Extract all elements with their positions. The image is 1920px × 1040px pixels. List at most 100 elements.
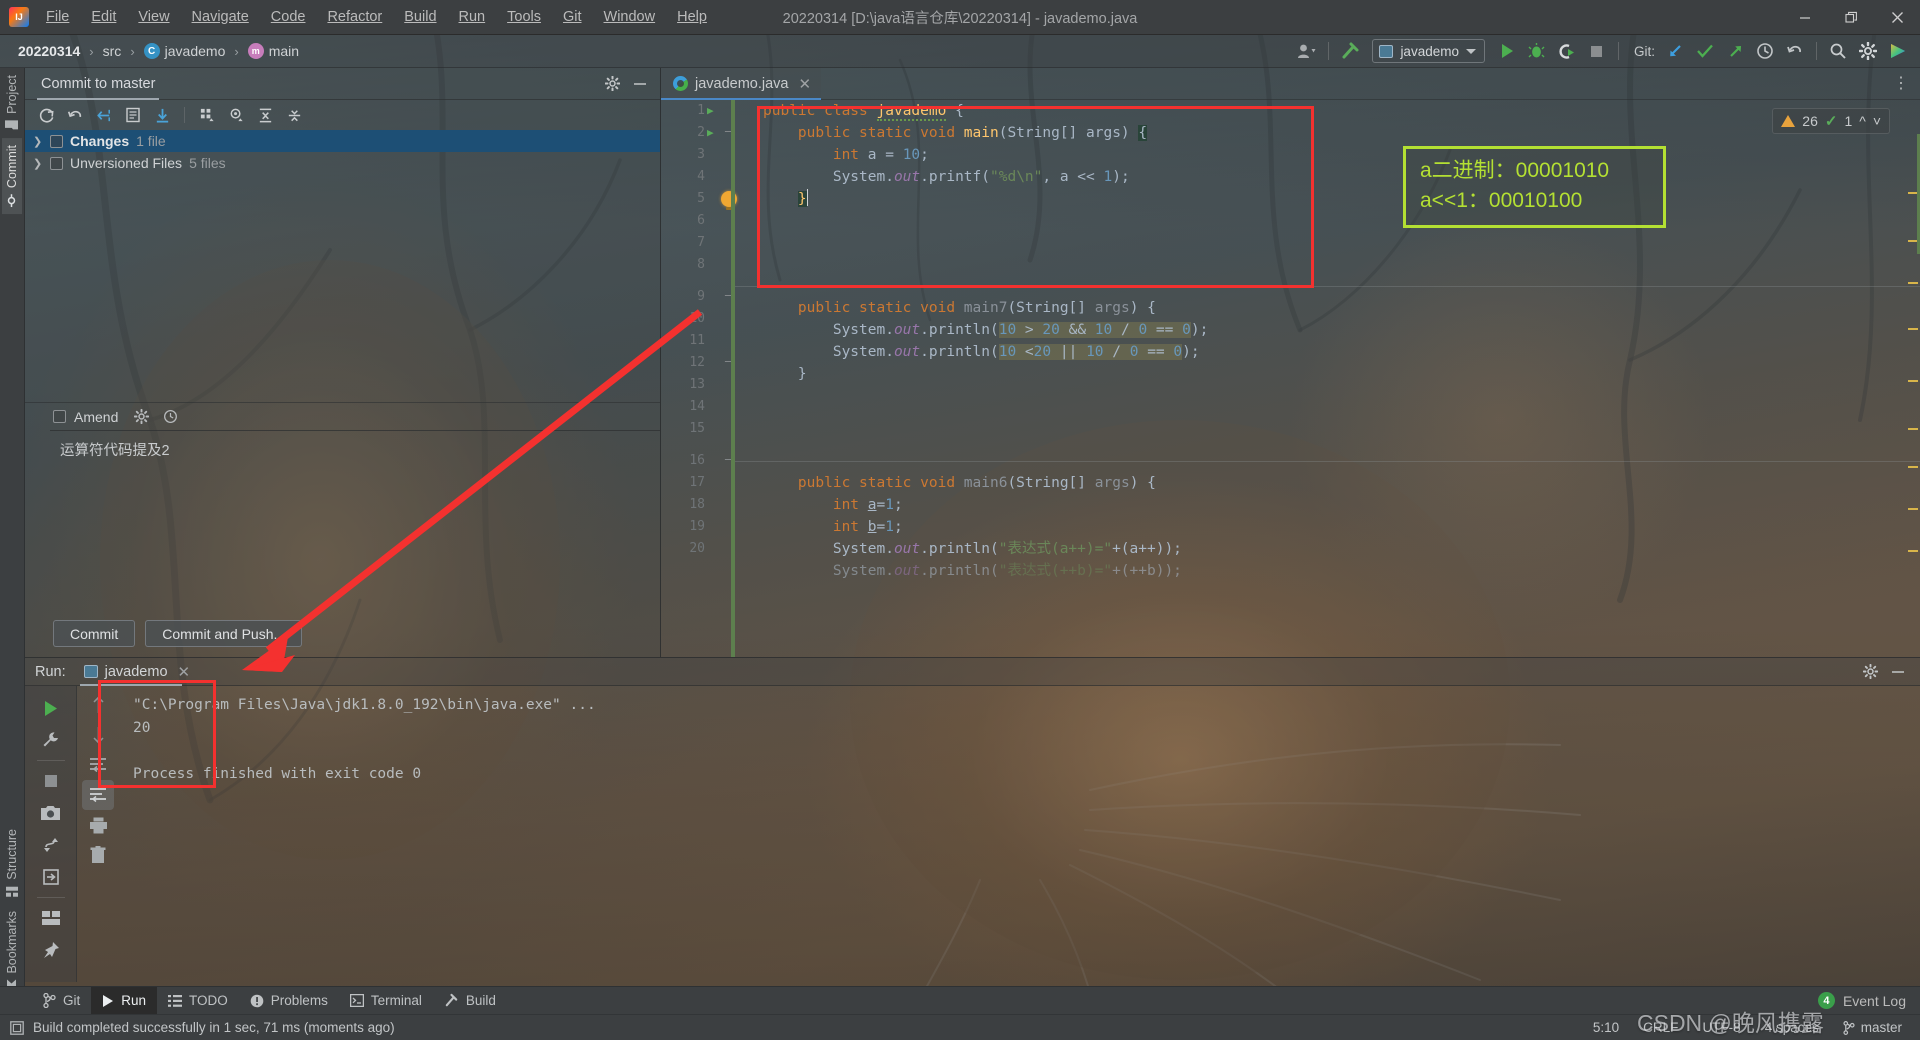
code-editor[interactable]: 1 2 3 4 5 6 7 8 9 10 11 12 13 14 15 16 1… [661,100,1920,657]
plugin-button[interactable] [1884,38,1912,64]
commit-history-button[interactable] [163,409,178,424]
commit-settings-button[interactable] [600,72,624,96]
show-diff-button[interactable] [120,103,146,127]
tab-build[interactable]: Build [433,987,507,1015]
tab-problems[interactable]: Problems [239,987,339,1015]
screenshot-button[interactable] [34,797,68,829]
breadcrumb-project[interactable]: 20220314 [14,41,84,61]
run-coverage-button[interactable] [1553,38,1581,64]
run-configuration-selector[interactable]: javademo [1372,39,1485,63]
run-tab-javademo[interactable]: javademo ✕ [76,658,198,686]
git-update-button[interactable] [1661,38,1689,64]
menu-git[interactable]: Git [552,4,593,30]
unversioned-checkbox[interactable] [50,156,63,170]
menu-run[interactable]: Run [448,4,497,30]
expand-all-button[interactable] [252,103,278,127]
commit-and-push-button[interactable]: Commit and Push... [145,620,303,647]
user-avatar-button[interactable] [1293,38,1321,64]
breadcrumb-src[interactable]: src [99,41,126,61]
prev-occurrence-button[interactable] [82,690,114,720]
menu-edit[interactable]: Edit [80,4,127,30]
undo-button[interactable] [1781,38,1809,64]
git-push-button[interactable] [1721,38,1749,64]
commit-hide-button[interactable] [628,72,652,96]
clear-console-button[interactable] [82,840,114,870]
menu-refactor[interactable]: Refactor [316,4,393,30]
search-everywhere-button[interactable] [1824,38,1852,64]
history-button[interactable] [1751,38,1779,64]
tree-row-unversioned[interactable]: ❯ Unversioned Files 5 files [25,152,660,174]
commit-to-master-tab[interactable]: Commit to master [25,68,171,100]
menu-help[interactable]: Help [666,4,718,30]
tab-run[interactable]: Run [91,986,158,1015]
build-project-button[interactable] [1336,38,1364,64]
edit-configuration-button[interactable] [34,724,68,756]
chevron-right-icon[interactable]: ❯ [33,135,43,148]
group-by-button[interactable] [194,103,220,127]
chevron-down-icon[interactable]: ˅ [1873,113,1881,129]
breadcrumb-class[interactable]: C javademo [140,41,230,61]
preview-diff-button[interactable] [223,103,249,127]
git-commit-button[interactable] [1691,38,1719,64]
menu-file[interactable]: File [35,4,80,30]
event-log-widget[interactable]: 4 Event Log [1817,992,1920,1009]
menu-tools[interactable]: Tools [496,4,552,30]
commit-message-input[interactable]: 运算符代码提及2 [50,430,660,590]
tab-terminal[interactable]: Terminal [339,987,433,1015]
inspection-status-widget[interactable]: 26 ✓ 1 ^ ˅ [1772,108,1890,134]
sidebar-item-commit[interactable]: Commit [2,137,22,214]
refresh-changes-button[interactable] [33,103,59,127]
chevron-right-icon[interactable]: ❯ [33,157,43,170]
layout-button[interactable] [34,902,68,934]
commit-options-button[interactable] [134,409,150,424]
soft-wrap-button[interactable] [82,750,114,780]
changes-checkbox[interactable] [50,134,63,148]
rollback-button[interactable] [62,103,88,127]
code-lines[interactable]: public class javademo { public static vo… [735,100,1920,657]
export-button[interactable] [34,861,68,893]
run-button[interactable] [1493,38,1521,64]
sidebar-item-project[interactable]: Project [2,68,22,138]
editor-tab-javademo[interactable]: javademo.java ✕ [661,68,822,100]
settings-button[interactable] [1854,38,1882,64]
run-settings-button[interactable] [1858,660,1882,684]
caret-position[interactable]: 5:10 [1593,1020,1619,1035]
tab-todo[interactable]: TODO [157,987,239,1015]
editor-marker-strip[interactable] [1906,132,1920,657]
stop-process-button[interactable] [34,765,68,797]
amend-checkbox[interactable] [53,410,66,423]
update-project-button[interactable] [149,103,175,127]
chevron-up-icon[interactable]: ^ [1859,113,1866,129]
run-method-gutter-icon[interactable]: ▶ [707,122,714,144]
run-hide-button[interactable] [1886,660,1910,684]
pin-button[interactable] [34,934,68,966]
collapse-all-button[interactable] [281,103,307,127]
close-icon[interactable]: ✕ [178,663,191,681]
shelve-silently-button[interactable] [91,103,117,127]
next-occurrence-button[interactable] [82,720,114,750]
scroll-to-end-button[interactable] [82,780,114,810]
commit-button[interactable]: Commit [53,620,136,647]
tree-row-changes[interactable]: ❯ Changes 1 file [25,130,660,152]
run-class-gutter-icon[interactable]: ▶ [707,100,714,122]
breadcrumb-method[interactable]: m main [244,41,303,61]
close-button[interactable] [1874,0,1920,35]
print-button[interactable] [82,810,114,840]
menu-bar[interactable]: File Edit View Navigate Code Refactor Bu… [35,4,718,30]
more-vertical-icon[interactable]: ⋮ [1893,73,1920,99]
debug-button[interactable] [1523,38,1551,64]
minimize-button[interactable] [1782,0,1828,35]
menu-code[interactable]: Code [260,4,317,30]
tab-git[interactable]: Git [32,987,91,1015]
menu-view[interactable]: View [127,4,180,30]
menu-navigate[interactable]: Navigate [181,4,260,30]
restore-button[interactable] [1828,0,1874,35]
rerun-button[interactable] [34,692,68,724]
editor-gutter[interactable]: 1 2 3 4 5 6 7 8 9 10 11 12 13 14 15 16 1… [661,100,737,657]
run-console-output[interactable]: "C:\Program Files\Java\jdk1.8.0_192\bin\… [119,686,1920,982]
close-icon[interactable]: ✕ [799,75,812,93]
thread-dump-button[interactable] [34,829,68,861]
menu-window[interactable]: Window [593,4,667,30]
sidebar-item-structure[interactable]: Structure [2,822,22,905]
git-branch-widget[interactable]: master [1843,1020,1902,1035]
